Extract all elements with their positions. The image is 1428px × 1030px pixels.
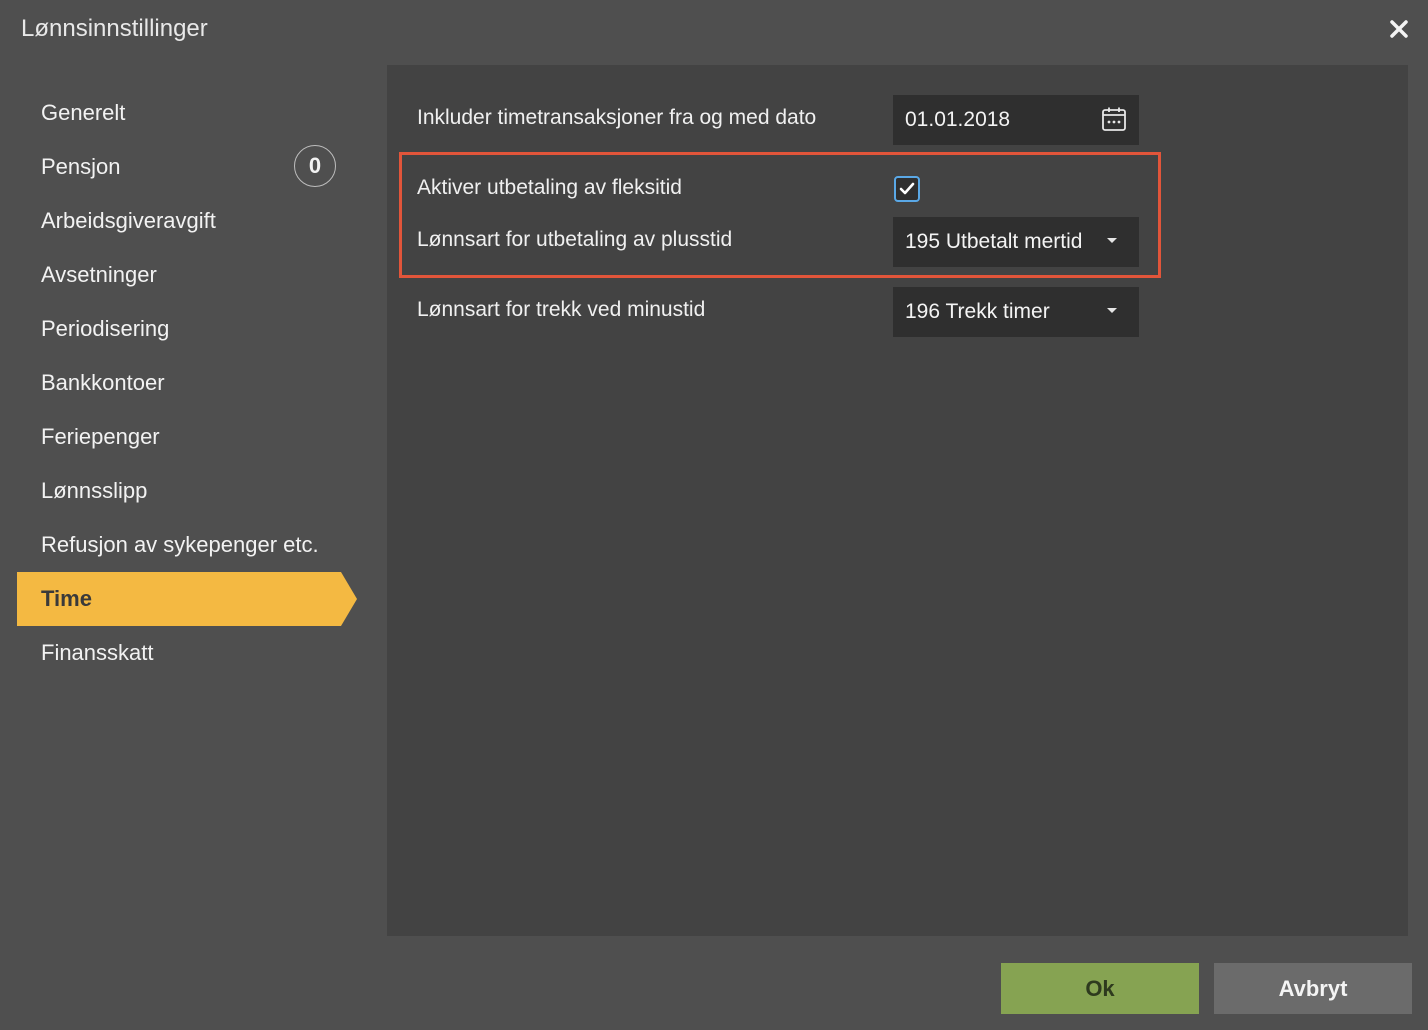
wage-type-minus-label: Lønnsart for trekk ved minustid xyxy=(417,298,706,321)
include-from-date-input[interactable]: 01.01.2018 xyxy=(893,95,1139,145)
sidebar-item-label: Arbeidsgiveravgift xyxy=(41,208,216,233)
calendar-icon[interactable] xyxy=(1101,106,1127,132)
sidebar-item-label: Finansskatt xyxy=(41,640,154,665)
sidebar-item-label: Pensjon xyxy=(41,154,121,179)
sidebar-item-arbeidsgiveravgift[interactable]: Arbeidsgiveravgift xyxy=(0,194,360,248)
chevron-down-icon xyxy=(1107,308,1117,313)
sidebar-item-finansskatt[interactable]: Finansskatt xyxy=(0,626,360,680)
settings-dialog: Lønnsinnstillinger Generelt Pensjon 0 Ar… xyxy=(0,0,1428,1030)
sidebar-item-label: Avsetninger xyxy=(41,262,157,287)
sidebar-item-lonnsslipp[interactable]: Lønnsslipp xyxy=(0,464,360,518)
sidebar-item-label: Feriepenger xyxy=(41,424,160,449)
settings-sidebar: Generelt Pensjon 0 Arbeidsgiveravgift Av… xyxy=(0,86,360,680)
sidebar-item-time[interactable]: Time xyxy=(17,572,357,626)
select-value: 196 Trekk timer xyxy=(905,300,1050,323)
activate-flex-payout-label: Aktiver utbetaling av fleksitid xyxy=(417,176,682,199)
sidebar-item-label: Refusjon av sykepenger etc. xyxy=(41,532,319,557)
sidebar-item-label: Periodisering xyxy=(41,316,170,341)
dialog-title: Lønnsinnstillinger xyxy=(21,15,208,42)
sidebar-item-avsetninger[interactable]: Avsetninger xyxy=(0,248,360,302)
chevron-down-icon xyxy=(1107,238,1117,243)
count-badge: 0 xyxy=(294,145,336,187)
wage-type-plus-select[interactable]: 195 Utbetalt mertid xyxy=(893,217,1139,267)
wage-type-plus-label: Lønnsart for utbetaling av plusstid xyxy=(417,228,733,251)
sidebar-item-feriepenger[interactable]: Feriepenger xyxy=(0,410,360,464)
include-from-date-label: Inkluder timetransaksjoner fra og med da… xyxy=(417,106,817,129)
close-icon xyxy=(1390,20,1408,38)
cancel-button[interactable]: Avbryt xyxy=(1214,963,1412,1014)
sidebar-item-pensjon[interactable]: Pensjon 0 xyxy=(0,140,360,194)
activate-flex-payout-checkbox[interactable] xyxy=(894,176,920,202)
wage-type-minus-select[interactable]: 196 Trekk timer xyxy=(893,287,1139,337)
sidebar-item-bankkontoer[interactable]: Bankkontoer xyxy=(0,356,360,410)
sidebar-item-label: Bankkontoer xyxy=(41,370,165,395)
sidebar-item-label: Generelt xyxy=(41,100,126,125)
sidebar-item-label: Time xyxy=(41,586,92,611)
close-button[interactable] xyxy=(1384,12,1414,46)
sidebar-item-periodisering[interactable]: Periodisering xyxy=(0,302,360,356)
settings-panel: Inkluder timetransaksjoner fra og med da… xyxy=(387,65,1408,936)
sidebar-item-label: Lønnsslipp xyxy=(41,478,148,503)
sidebar-item-generelt[interactable]: Generelt xyxy=(0,86,360,140)
select-value: 195 Utbetalt mertid xyxy=(905,230,1081,253)
checkmark-icon xyxy=(899,182,915,195)
date-value: 01.01.2018 xyxy=(905,108,1011,131)
ok-button[interactable]: Ok xyxy=(1001,963,1199,1014)
sidebar-item-refusjon[interactable]: Refusjon av sykepenger etc. xyxy=(0,518,360,572)
